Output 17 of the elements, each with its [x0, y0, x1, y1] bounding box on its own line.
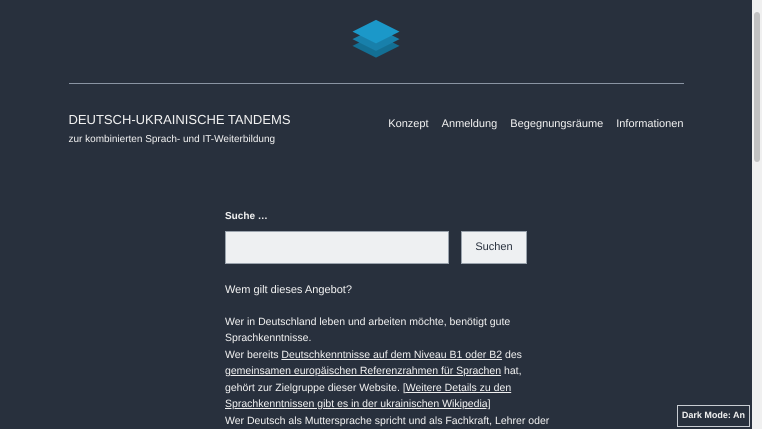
nav-link[interactable]: Anmeldung: [442, 116, 498, 132]
nav-link[interactable]: Begegnungsräume: [510, 116, 604, 132]
nav-link[interactable]: Informationen: [616, 116, 684, 132]
search-field[interactable]: [225, 231, 449, 264]
text-link[interactable]: gemeinsamen europäischen Referenzrahmen für Sprachen: [225, 365, 502, 377]
search-button[interactable]: Suchen: [461, 231, 527, 264]
nav-link[interactable]: Konzept: [388, 116, 429, 132]
site-tagline: zur kombinierten Sprach- und IT-Weiterbildung: [68, 133, 276, 147]
text-link[interactable]: [Weitere Details zu den: [402, 382, 512, 394]
search-label: Suche …: [225, 210, 269, 224]
body-paragraph: Wer in Deutschland leben und arbeiten möchte, benötigt gute Sprachkenntnisse. Wer bereits Deutschkenntnisse auf dem Niveau B1 oder B2 des gemeinsamen europäischen Referenzrahmen für Sprachen hat, gehört zur Zielgruppe dieser Website. [Weitere Details zu den Sprachkenntnissen gibt es in der ukrainischen Wikipedia] Wer Deutsch als Muttersprache spricht und als Fachkraft, Lehrer oder: [225, 314, 550, 428]
section-heading: Wem gilt dieses Angebot?: [225, 283, 353, 298]
scrollbar[interactable]: [752, 0, 762, 429]
text-link[interactable]: Deutschkenntnisse auf dem Niveau B1 oder B2: [281, 348, 502, 360]
text-link[interactable]: Sprachkenntnissen gibt es in der ukrainischen Wikipedia]: [225, 398, 491, 410]
dark-mode-toggle[interactable]: Dark Mode: An: [676, 405, 750, 427]
site-title[interactable]: DEUTSCH-UKRAINISCHE TANDEMS: [68, 110, 290, 129]
